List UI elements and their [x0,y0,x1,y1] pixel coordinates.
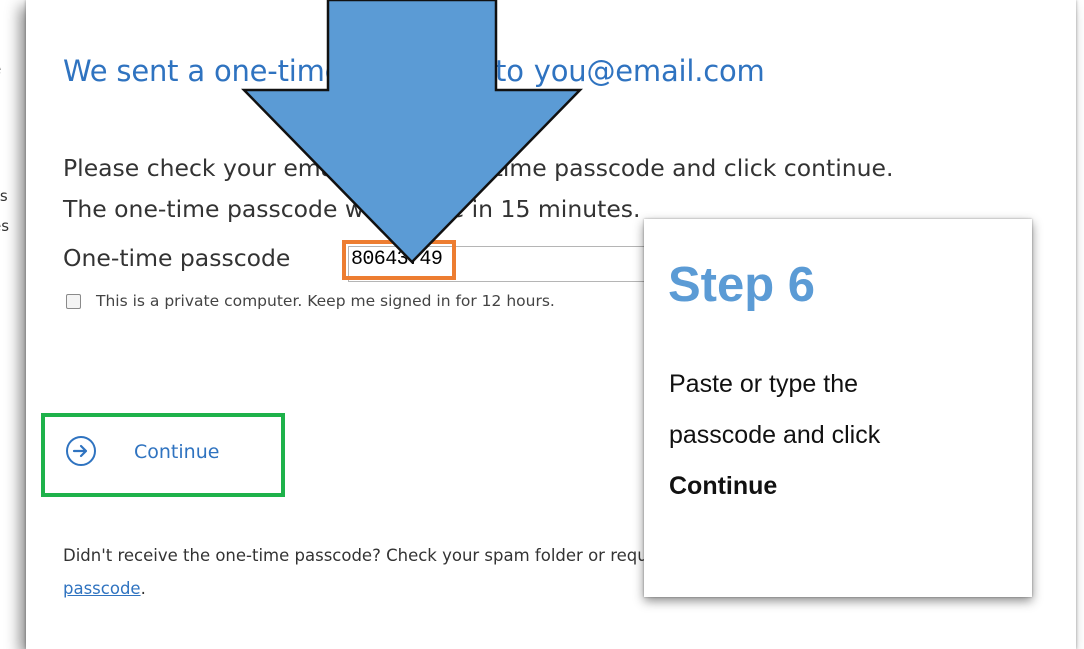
footer-help-text: Didn't receive the one-time passcode? Ch… [63,539,728,605]
dialog-title-text: We sent a one-time passcode to [63,54,524,88]
footer-line: Didn't receive the one-time passcode? Ch… [63,546,728,565]
callout-body: Paste or type the passcode and click Con… [669,359,1009,512]
dialog-title-email: you@email.com [533,54,765,88]
continue-label: Continue [134,441,220,463]
callout-title: Step 6 [668,258,816,312]
dialog-title: We sent a one-time passcode to you@email.… [63,54,765,88]
background-text-fragment: e [0,60,1,78]
passcode-label: One-time passcode [63,244,291,272]
footer-line-2: passcode. [63,572,728,605]
callout-body-emphasis: Continue [669,472,778,500]
instructions-line: Please check your email for the one-time… [63,154,894,182]
instructions: Please check your email for the one-time… [63,148,893,230]
footer-punctuation: . [140,579,146,598]
background-text-fragment: es [0,217,10,235]
request-new-passcode-link[interactable]: passcode [63,579,141,598]
step-callout: Step 6 Paste or type the passcode and cl… [644,219,1032,597]
remember-me-label: This is a private computer. Keep me sign… [96,292,555,310]
passcode-highlight-box [342,240,456,280]
arrow-right-circle-icon [66,436,96,466]
callout-body-line: Paste or type the [669,370,859,398]
remember-me-checkbox[interactable] [66,294,81,309]
callout-body-line: passcode and click [669,421,881,449]
background-text-fragment: ss [0,187,8,205]
